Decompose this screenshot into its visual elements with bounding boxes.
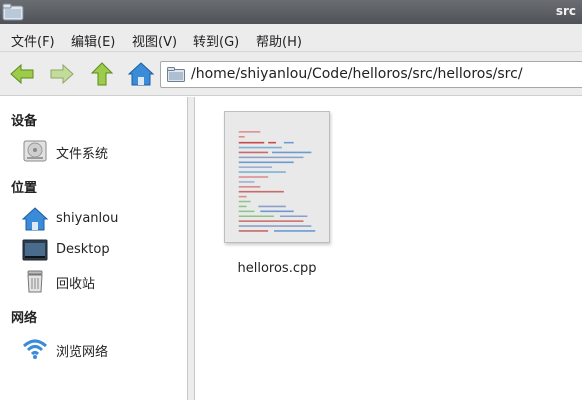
sidebar-item-label: shiyanlou xyxy=(56,211,119,226)
sidebar-item-label: Desktop xyxy=(56,242,110,257)
window-title: src xyxy=(555,4,576,18)
location-path[interactable]: /home/shiyanlou/Code/helloros/src/hellor… xyxy=(191,66,523,82)
location-bar[interactable]: /home/shiyanlou/Code/helloros/src/hellor… xyxy=(160,61,582,88)
sidebar-item-desktop[interactable]: Desktop xyxy=(22,237,182,263)
harddisk-icon xyxy=(23,140,47,162)
menu-view[interactable]: 视图(V) xyxy=(132,31,177,50)
pane-splitter[interactable] xyxy=(188,97,195,400)
sidebar-item-label: 文件系统 xyxy=(56,147,109,162)
menu-edit[interactable]: 编辑(E) xyxy=(71,31,115,50)
trash-icon xyxy=(27,270,43,293)
wifi-icon xyxy=(22,339,48,359)
home-icon[interactable] xyxy=(127,60,155,88)
menu-go[interactable]: 转到(G) xyxy=(193,31,239,50)
title-bar: src xyxy=(0,0,582,24)
places-header: 位置 xyxy=(11,181,38,196)
sidebar-item-label: 浏览网络 xyxy=(56,345,109,360)
menu-file[interactable]: 文件(F) xyxy=(11,31,55,50)
menu-bar: 文件(F) 编辑(E) 视图(V) 转到(G) 帮助(H) xyxy=(0,24,582,52)
back-arrow-icon[interactable] xyxy=(8,60,36,88)
cpp-file-thumbnail-icon xyxy=(224,111,330,243)
home-folder-icon xyxy=(22,207,48,231)
toolbar: /home/shiyanlou/Code/helloros/src/hellor… xyxy=(0,52,582,96)
up-arrow-icon[interactable] xyxy=(88,60,116,88)
menu-help[interactable]: 帮助(H) xyxy=(256,31,302,50)
file-view[interactable]: helloros.cpp xyxy=(196,97,582,400)
sidebar-item-home[interactable]: shiyanlou xyxy=(22,206,182,232)
devices-header: 设备 xyxy=(11,114,38,129)
sidebar-item-network[interactable]: 浏览网络 xyxy=(22,336,182,362)
folder-icon xyxy=(167,67,185,82)
file-item[interactable]: helloros.cpp xyxy=(224,111,330,281)
file-name: helloros.cpp xyxy=(237,261,317,276)
sidebar-item-filesystem[interactable]: 文件系统 xyxy=(22,138,182,164)
sidebar-item-label: 回收站 xyxy=(56,277,96,292)
sidebar: 设备 文件系统 位置 shiyanlou Desktop 回收站 网络 浏览网络 xyxy=(0,97,188,400)
forward-arrow-icon[interactable] xyxy=(48,60,76,88)
desktop-icon xyxy=(22,239,48,261)
network-header: 网络 xyxy=(11,311,38,326)
window-folder-icon[interactable] xyxy=(2,3,24,21)
sidebar-item-trash[interactable]: 回收站 xyxy=(22,268,182,294)
